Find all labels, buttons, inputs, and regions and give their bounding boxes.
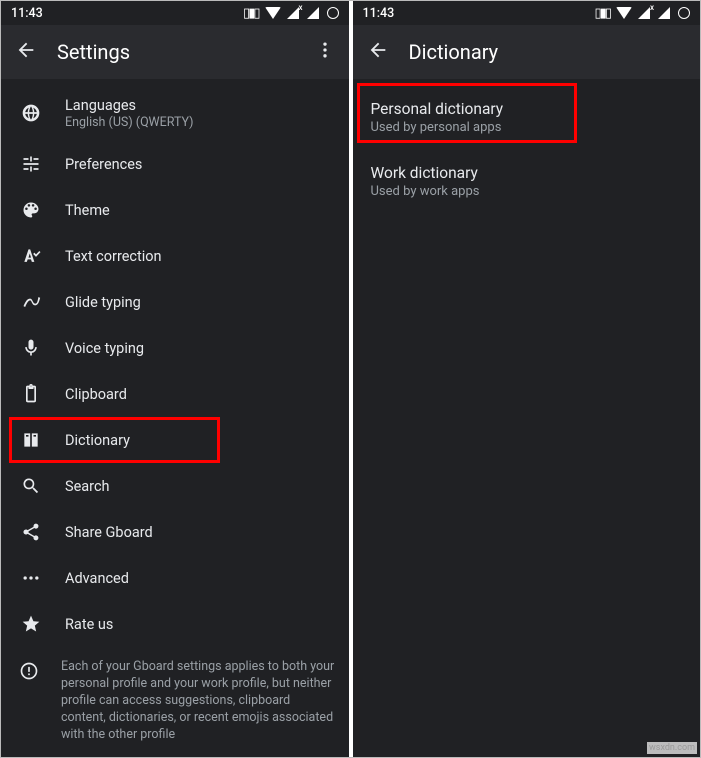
glide-typing-item[interactable]: Glide typing	[1, 279, 349, 325]
label: Rate us	[65, 616, 113, 633]
text-correction-item[interactable]: Text correction	[1, 233, 349, 279]
label: Work dictionary	[371, 164, 683, 182]
label: Text correction	[65, 248, 162, 265]
vibrate-icon: ▯▮▯	[243, 6, 258, 21]
dictionary-list: Personal dictionary Used by personal app…	[353, 79, 701, 757]
languages-item[interactable]: LanguagesEnglish (US) (QWERTY)	[1, 85, 349, 141]
voice-typing-item[interactable]: Voice typing	[1, 325, 349, 371]
subtitle: Used by work apps	[371, 184, 683, 199]
label: Languages	[65, 97, 194, 114]
label: Clipboard	[65, 386, 127, 403]
label: Preferences	[65, 156, 142, 173]
label: Dictionary	[65, 432, 130, 449]
clipboard-icon	[19, 384, 43, 404]
label: Theme	[65, 202, 110, 219]
label: Search	[65, 478, 110, 495]
status-icons: ▯▮▯ x	[243, 6, 338, 21]
page-title: Settings	[57, 40, 130, 64]
circle-icon	[327, 7, 339, 19]
overflow-menu-button[interactable]	[315, 40, 335, 64]
info-note: Each of your Gboard settings applies to …	[1, 647, 349, 755]
page-title: Dictionary	[409, 40, 499, 64]
settings-list: LanguagesEnglish (US) (QWERTY) Preferenc…	[1, 79, 349, 757]
signal-icon: x	[638, 7, 652, 19]
text-check-icon	[19, 246, 43, 266]
advanced-item[interactable]: Advanced	[1, 555, 349, 601]
preferences-item[interactable]: Preferences	[1, 141, 349, 187]
theme-item[interactable]: Theme	[1, 187, 349, 233]
left-screen: 11:43 ▯▮▯ x Settings LanguagesEnglish (U…	[1, 1, 349, 757]
share-icon	[19, 522, 43, 542]
label: Voice typing	[65, 340, 144, 357]
app-bar: Settings	[1, 25, 349, 79]
watermark: wsxdn.com	[647, 742, 697, 754]
book-icon	[19, 430, 43, 450]
personal-dictionary-item[interactable]: Personal dictionary Used by personal app…	[353, 85, 701, 149]
wifi-icon	[265, 7, 281, 19]
globe-icon	[19, 103, 43, 123]
back-button[interactable]	[367, 39, 389, 65]
label: Share Gboard	[65, 524, 153, 541]
back-button[interactable]	[15, 39, 37, 65]
clipboard-item[interactable]: Clipboard	[1, 371, 349, 417]
circle-icon	[678, 7, 690, 19]
share-gboard-item[interactable]: Share Gboard	[1, 509, 349, 555]
status-time: 11:43	[363, 6, 395, 21]
app-bar: Dictionary	[353, 25, 701, 79]
star-icon	[19, 614, 43, 634]
subtitle: Used by personal apps	[371, 120, 683, 135]
status-bar: 11:43 ▯▮▯ x	[353, 1, 701, 25]
mic-icon	[19, 338, 43, 358]
work-dictionary-item[interactable]: Work dictionary Used by work apps	[353, 149, 701, 213]
status-icons: ▯▮▯ x	[595, 6, 690, 21]
sliders-icon	[19, 154, 43, 174]
right-screen: 11:43 ▯▮▯ x Dictionary Personal dictiona…	[353, 1, 701, 757]
label: Glide typing	[65, 294, 141, 311]
glide-icon	[19, 292, 43, 312]
signal-icon-2	[307, 7, 321, 19]
status-time: 11:43	[11, 6, 43, 21]
signal-icon-2	[658, 7, 672, 19]
palette-icon	[19, 200, 43, 220]
search-icon	[19, 476, 43, 496]
wifi-icon	[616, 7, 632, 19]
info-icon	[19, 661, 39, 681]
search-item[interactable]: Search	[1, 463, 349, 509]
status-bar: 11:43 ▯▮▯ x	[1, 1, 349, 25]
label: Personal dictionary	[371, 100, 683, 118]
dots-icon	[19, 568, 43, 588]
rate-us-item[interactable]: Rate us	[1, 601, 349, 647]
subtitle: English (US) (QWERTY)	[65, 115, 194, 130]
vibrate-icon: ▯▮▯	[595, 6, 610, 21]
label: Advanced	[65, 570, 129, 587]
dictionary-item[interactable]: Dictionary	[1, 417, 349, 463]
info-text: Each of your Gboard settings applies to …	[61, 659, 335, 743]
signal-icon: x	[287, 7, 301, 19]
